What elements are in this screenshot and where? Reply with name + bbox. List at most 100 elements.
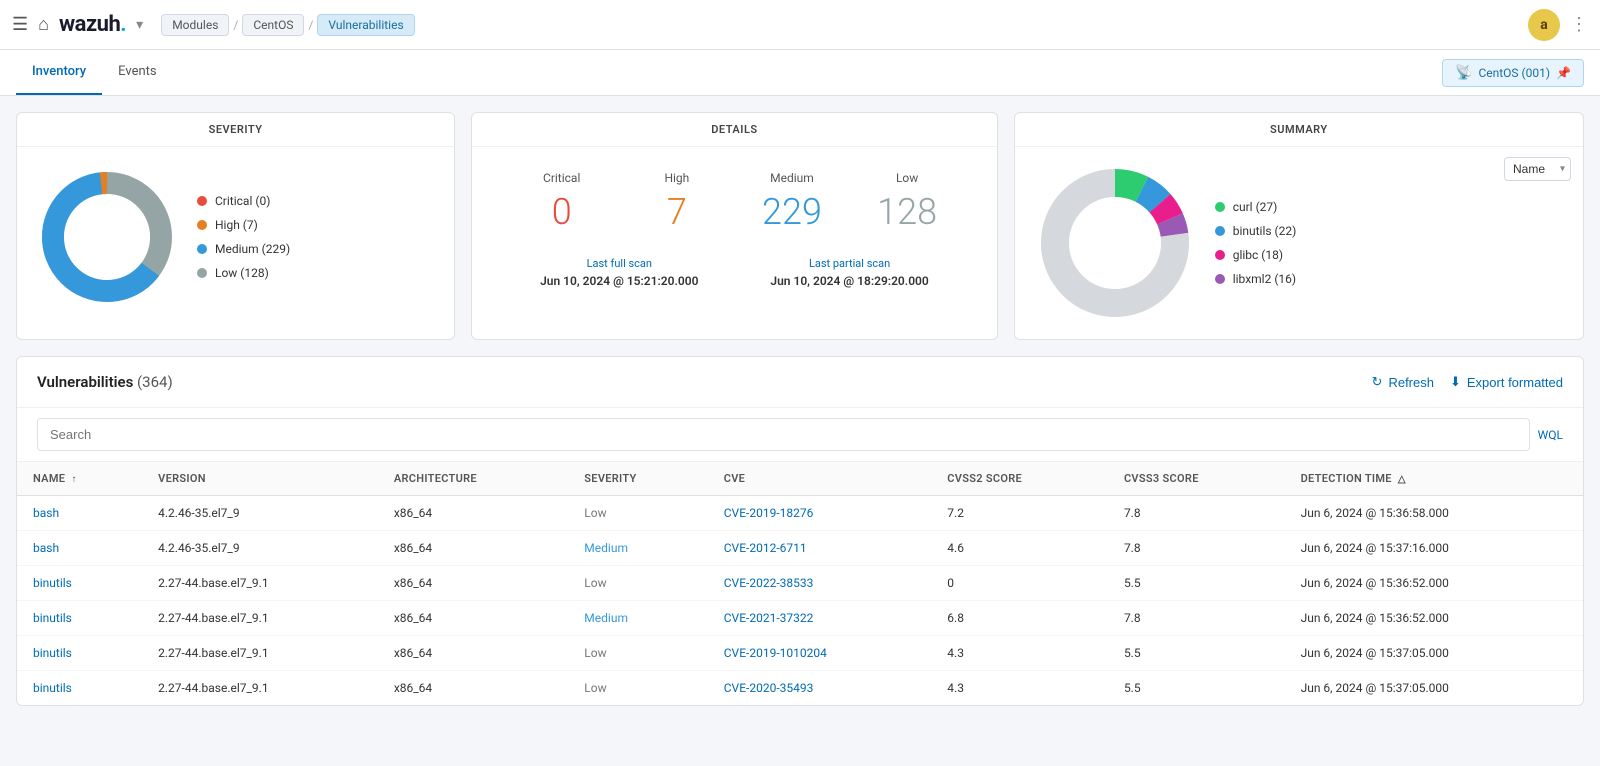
name-select[interactable]: Name — [1504, 157, 1571, 181]
severity-donut — [37, 167, 177, 307]
th-cvss3[interactable]: CVSS3 Score — [1108, 462, 1285, 496]
severity-donut-svg — [37, 167, 177, 307]
cell-version: 4.2.46-35.el7_9 — [142, 531, 378, 566]
wazuh-logo: wazuh. — [59, 12, 126, 37]
cell-severity: Low — [568, 496, 707, 531]
cell-cvss2: 7.2 — [931, 496, 1108, 531]
tab-bar: Inventory Events 📡 CentOS (001) 📌 — [0, 50, 1600, 96]
table-row: binutils 2.27-44.base.el7_9.1 x86_64 Med… — [17, 601, 1583, 636]
libxml2-dot — [1215, 274, 1225, 284]
cell-cve[interactable]: CVE-2019-1010204 — [708, 636, 932, 671]
cell-name[interactable]: binutils — [17, 636, 142, 671]
agent-badge[interactable]: 📡 CentOS (001) 📌 — [1442, 59, 1584, 87]
vulnerabilities-section: Vulnerabilities (364) ↻ Refresh ⬇ Export… — [16, 356, 1584, 706]
agent-icon: 📡 — [1455, 65, 1472, 81]
cell-arch: x86_64 — [378, 671, 568, 706]
scan-partial-col: Last partial scan Jun 10, 2024 @ 18:29:2… — [734, 257, 964, 288]
summary-controls: Name ▾ — [1504, 157, 1571, 181]
legend-low: Low (128) — [197, 266, 290, 280]
th-detection-time[interactable]: Detection Time △ — [1285, 462, 1583, 496]
breadcrumb-modules[interactable]: Modules — [161, 14, 229, 36]
user-avatar[interactable]: a — [1528, 9, 1560, 41]
cell-cve[interactable]: CVE-2022-38533 — [708, 566, 932, 601]
cell-detection-time: Jun 6, 2024 @ 15:36:52.000 — [1285, 601, 1583, 636]
cell-arch: x86_64 — [378, 636, 568, 671]
refresh-button[interactable]: ↻ Refresh — [1372, 374, 1434, 390]
search-input[interactable] — [37, 418, 1530, 451]
summary-legend: curl (27) binutils (22) glibc (18) libxm… — [1215, 200, 1297, 286]
details-critical-col: Critical 0 — [504, 171, 619, 233]
cell-version: 2.27-44.base.el7_9.1 — [142, 636, 378, 671]
vulnerabilities-table: Name ↑ Version Architecture Severity CVE — [17, 462, 1583, 705]
cell-cvss3: 5.5 — [1108, 566, 1285, 601]
summary-body: curl (27) binutils (22) glibc (18) libxm… — [1015, 147, 1583, 339]
th-severity[interactable]: Severity — [568, 462, 707, 496]
name-select-wrapper[interactable]: Name ▾ — [1504, 157, 1571, 181]
cell-name[interactable]: binutils — [17, 566, 142, 601]
cell-cvss3: 5.5 — [1108, 636, 1285, 671]
cell-cve[interactable]: CVE-2021-37322 — [708, 601, 932, 636]
breadcrumb-centos[interactable]: CentOS — [242, 14, 304, 36]
cell-name[interactable]: binutils — [17, 601, 142, 636]
vulnerabilities-title: Vulnerabilities (364) — [37, 373, 173, 391]
cell-name[interactable]: bash — [17, 496, 142, 531]
cell-name[interactable]: binutils — [17, 671, 142, 706]
table-row: bash 4.2.46-35.el7_9 x86_64 Low CVE-2019… — [17, 496, 1583, 531]
cell-arch: x86_64 — [378, 496, 568, 531]
cell-severity: Low — [568, 566, 707, 601]
legend-high: High (7) — [197, 218, 290, 232]
table-row: binutils 2.27-44.base.el7_9.1 x86_64 Low… — [17, 566, 1583, 601]
cell-detection-time: Jun 6, 2024 @ 15:36:58.000 — [1285, 496, 1583, 531]
tab-events[interactable]: Events — [102, 50, 172, 95]
table-row: binutils 2.27-44.base.el7_9.1 x86_64 Low… — [17, 636, 1583, 671]
breadcrumb-vulnerabilities[interactable]: Vulnerabilities — [317, 14, 414, 36]
cell-severity: Low — [568, 636, 707, 671]
cell-cve[interactable]: CVE-2020-35493 — [708, 671, 932, 706]
th-architecture[interactable]: Architecture — [378, 462, 568, 496]
cell-cvss3: 7.8 — [1108, 531, 1285, 566]
table-head: Name ↑ Version Architecture Severity CVE — [17, 462, 1583, 496]
th-cve[interactable]: CVE — [708, 462, 932, 496]
th-version[interactable]: Version — [142, 462, 378, 496]
cell-severity: Medium — [568, 531, 707, 566]
summary-legend-glibc: glibc (18) — [1215, 248, 1297, 262]
th-cvss2[interactable]: CVSS2 Score — [931, 462, 1108, 496]
sort-asc-icon: ↑ — [71, 474, 76, 485]
breadcrumb: Modules / CentOS / Vulnerabilities — [161, 14, 414, 36]
summary-legend-libxml2: libxml2 (16) — [1215, 272, 1297, 286]
cell-name[interactable]: bash — [17, 531, 142, 566]
curl-dot — [1215, 202, 1225, 212]
cell-cve[interactable]: CVE-2019-18276 — [708, 496, 932, 531]
details-high-col: High 7 — [619, 171, 734, 233]
low-label: Low — [850, 171, 965, 185]
cell-version: 2.27-44.base.el7_9.1 — [142, 671, 378, 706]
wql-link[interactable]: WQL — [1538, 428, 1563, 442]
cell-arch: x86_64 — [378, 601, 568, 636]
cell-cvss2: 4.3 — [931, 671, 1108, 706]
table-row: bash 4.2.46-35.el7_9 x86_64 Medium CVE-2… — [17, 531, 1583, 566]
nav-chevron-icon[interactable]: ▾ — [136, 17, 143, 33]
partial-scan-value: Jun 10, 2024 @ 18:29:20.000 — [734, 274, 964, 288]
tab-inventory[interactable]: Inventory — [16, 50, 102, 95]
hamburger-icon[interactable]: ☰ — [12, 14, 28, 35]
table-header-row: Name ↑ Version Architecture Severity CVE — [17, 462, 1583, 496]
cell-version: 2.27-44.base.el7_9.1 — [142, 601, 378, 636]
cell-cvss3: 7.8 — [1108, 496, 1285, 531]
table-row: binutils 2.27-44.base.el7_9.1 x86_64 Low… — [17, 671, 1583, 706]
th-name[interactable]: Name ↑ — [17, 462, 142, 496]
cell-version: 4.2.46-35.el7_9 — [142, 496, 378, 531]
legend-medium: Medium (229) — [197, 242, 290, 256]
summary-card: SUMMARY Name ▾ — [1014, 112, 1584, 340]
nav-more-icon[interactable]: ⋮ — [1570, 14, 1588, 35]
export-icon: ⬇ — [1450, 374, 1461, 390]
cell-severity: Low — [568, 671, 707, 706]
charts-row: SEVERITY — [16, 112, 1584, 340]
export-button[interactable]: ⬇ Export formatted — [1450, 374, 1563, 390]
summary-donut — [1035, 163, 1195, 323]
severity-card-body: Critical (0) High (7) Medium (229) Low (… — [17, 147, 454, 327]
medium-label: Medium — [734, 171, 849, 185]
home-icon[interactable]: ⌂ — [38, 14, 49, 35]
search-bar: WQL — [17, 408, 1583, 462]
cell-cve[interactable]: CVE-2012-6711 — [708, 531, 932, 566]
details-low-col: Low 128 — [850, 171, 965, 233]
